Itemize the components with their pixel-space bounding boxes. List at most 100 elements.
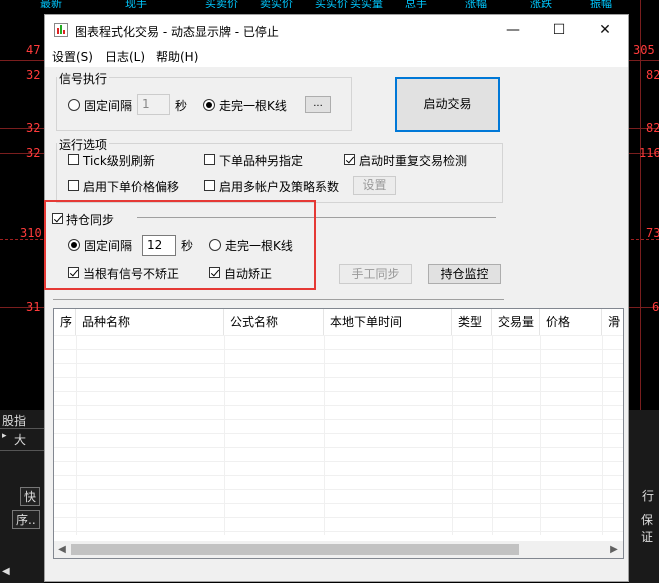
fixed-interval-radio[interactable]	[68, 99, 80, 111]
price-label: 32	[26, 146, 41, 160]
header-cell: 涨幅	[465, 0, 487, 8]
table-column-line	[540, 335, 541, 535]
scroll-left-icon[interactable]: ◀	[2, 566, 10, 577]
panel-label: 行	[642, 489, 655, 503]
signal-interval-input[interactable]: 1	[137, 94, 170, 115]
position-monitor-button[interactable]: 持仓监控	[428, 264, 501, 284]
header-cell: 买卖价	[205, 0, 238, 8]
table-row	[54, 461, 623, 462]
scroll-left-arrow-icon[interactable]: ◀	[54, 542, 70, 557]
header-cell: 买实价	[315, 0, 348, 8]
table-row	[54, 349, 623, 350]
header-cell: 总手	[405, 0, 427, 8]
price-label: 116	[639, 146, 659, 160]
table-row	[54, 391, 623, 392]
scrollbar-thumb[interactable]	[71, 544, 519, 555]
price-label: 6	[652, 300, 659, 314]
chart-app-icon	[54, 23, 68, 37]
start-trading-button[interactable]: 启动交易	[395, 77, 500, 132]
header-cell: 最新	[40, 0, 62, 8]
header-cell: 振幅	[590, 0, 612, 8]
table-row	[54, 531, 623, 532]
close-button[interactable]: ✕	[582, 15, 628, 45]
repeat-check-checkbox[interactable]	[344, 154, 355, 165]
table-column-line	[324, 335, 325, 535]
sequence-column-header[interactable]: 序..	[12, 510, 40, 529]
window-title: 图表程式化交易 - 动态显示牌 - 已停止	[75, 25, 279, 39]
order-symbol-label: 下单品种另指定	[219, 154, 304, 168]
price-label: 310	[20, 226, 42, 240]
header-cell: 卖实价	[260, 0, 293, 8]
price-label: 32	[26, 121, 41, 135]
settings-button[interactable]: 设置	[353, 176, 396, 195]
panel-label: 大	[14, 433, 27, 447]
menu-help[interactable]: 帮助(H)	[156, 48, 198, 65]
quick-button[interactable]: 快	[20, 487, 41, 506]
table-row	[54, 419, 623, 420]
tick-refresh-checkbox[interactable]	[68, 154, 79, 165]
table-column-line	[224, 335, 225, 535]
col-symbol-name[interactable]: 品种名称	[76, 309, 224, 335]
table-column-line	[76, 335, 77, 535]
table-row	[54, 489, 623, 490]
margin-column-header: 保证	[641, 513, 654, 544]
price-label: 31	[26, 300, 41, 314]
table-row	[54, 503, 623, 504]
title-bar[interactable]: 图表程式化交易 - 动态显示牌 - 已停止 — ☐ ✕	[45, 15, 628, 45]
table-row	[54, 517, 623, 518]
signal-execution-title: 信号执行	[57, 70, 110, 87]
table-separator	[53, 299, 504, 300]
col-formula-name[interactable]: 公式名称	[224, 309, 324, 335]
header-cell: 现手	[125, 0, 147, 8]
col-volume[interactable]: 交易量	[492, 309, 540, 335]
header-cell: 涨跌	[530, 0, 552, 8]
orders-table: 序 品种名称 公式名称 本地下单时间 类型 交易量 价格 滑 ◀ ▶	[53, 308, 624, 559]
scroll-right-arrow-icon[interactable]: ▶	[606, 542, 622, 557]
menu-settings[interactable]: 设置(S)	[52, 48, 93, 65]
table-row	[54, 363, 623, 364]
price-label: 82	[646, 68, 659, 82]
repeat-check-label: 启动时重复交易检测	[359, 154, 468, 168]
price-label: 47	[26, 43, 41, 57]
complete-kline-radio[interactable]	[203, 99, 215, 111]
table-column-line	[602, 335, 603, 535]
table-row	[54, 335, 623, 336]
horizontal-scrollbar[interactable]: ◀ ▶	[54, 541, 623, 558]
price-label: 305	[633, 43, 655, 57]
menu-log[interactable]: 日志(L)	[105, 48, 145, 65]
table-row	[54, 447, 623, 448]
panel-divider	[0, 450, 44, 451]
col-seq[interactable]: 序	[54, 309, 76, 335]
header-cell: 买实量	[350, 0, 383, 8]
run-options-title: 运行选项	[57, 136, 110, 153]
price-offset-checkbox[interactable]	[68, 180, 79, 191]
fixed-interval-label: 固定间隔	[84, 99, 133, 113]
col-local-order-time[interactable]: 本地下单时间	[324, 309, 452, 335]
tick-refresh-label: Tick级别刷新	[83, 154, 155, 168]
col-price[interactable]: 价格	[540, 309, 602, 335]
price-offset-label: 启用下单价格偏移	[83, 180, 180, 194]
stock-index-tab[interactable]: 股指	[2, 412, 26, 429]
col-type[interactable]: 类型	[452, 309, 492, 335]
minimize-button[interactable]: —	[490, 15, 536, 45]
manual-sync-button[interactable]: 手工同步	[339, 264, 412, 284]
maximize-button[interactable]: ☐	[536, 15, 582, 45]
highlight-box	[44, 200, 316, 290]
price-label: 73	[646, 226, 659, 240]
table-row	[54, 475, 623, 476]
expand-arrow-icon[interactable]: ▸	[2, 431, 7, 441]
table-row	[54, 433, 623, 434]
price-label: 82	[646, 121, 659, 135]
order-symbol-checkbox[interactable]	[204, 154, 215, 165]
trading-dialog-window: 图表程式化交易 - 动态显示牌 - 已停止 — ☐ ✕ 设置(S) 日志(L) …	[44, 14, 629, 582]
complete-kline-label: 走完一根K线	[219, 99, 287, 113]
table-row	[54, 377, 623, 378]
chart-axis	[640, 0, 641, 420]
table-column-line	[452, 335, 453, 535]
more-options-button[interactable]: ...	[305, 96, 331, 113]
col-slippage[interactable]: 滑	[602, 309, 623, 335]
multi-account-label: 启用多帐户及策略系数	[219, 180, 340, 194]
table-column-line	[492, 335, 493, 535]
background-quote-header: 最新 现手 买卖价 卖实价 买实价 买实量 总手 涨幅 涨跌 振幅	[0, 0, 659, 8]
multi-account-checkbox[interactable]	[204, 180, 215, 191]
